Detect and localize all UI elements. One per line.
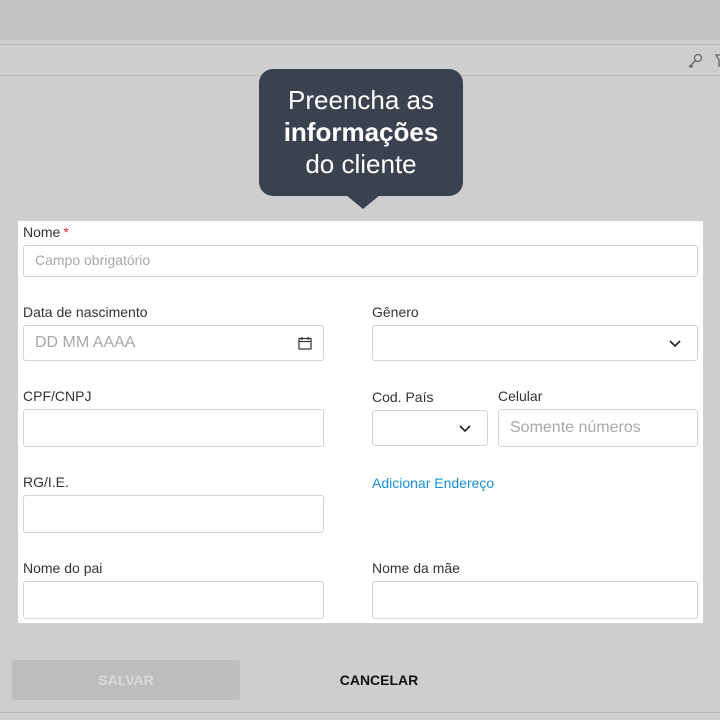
cancel-button[interactable]: CANCELAR xyxy=(300,660,458,700)
cpf-cnpj-input[interactable] xyxy=(23,409,324,447)
tooltip-line-2: informações xyxy=(283,117,439,147)
form-footer: SALVAR CANCELAR xyxy=(0,645,720,713)
add-address-link[interactable]: Adicionar Endereço xyxy=(372,475,494,491)
calendar-icon[interactable] xyxy=(297,335,313,351)
celular-label: Celular xyxy=(498,388,543,404)
genero-select[interactable] xyxy=(372,325,698,361)
onboarding-tooltip: Preencha as informações do cliente xyxy=(259,69,463,196)
required-mark: * xyxy=(63,224,69,240)
nome-label: Nome * xyxy=(23,224,69,240)
customer-form-card: Nome* Data de nascimento Gênero CPF/CNPJ… xyxy=(18,221,703,623)
rg-ie-label: RG/I.E. xyxy=(23,474,69,490)
cpf-cnpj-label: CPF/CNPJ xyxy=(23,388,92,404)
nome-input[interactable] xyxy=(23,245,698,277)
tooltip-arrow xyxy=(346,195,380,209)
data-nascimento-label: Data de nascimento xyxy=(23,304,148,320)
tooltip-line-1: Preencha as xyxy=(288,85,434,115)
pin-icon[interactable] xyxy=(712,52,720,70)
data-nascimento-input[interactable] xyxy=(23,325,324,361)
nome-mae-label: Nome da mãe xyxy=(372,560,460,576)
celular-input[interactable] xyxy=(498,409,698,447)
key-icon[interactable] xyxy=(686,52,704,70)
tooltip-line-3: do cliente xyxy=(305,149,417,179)
nome-mae-input[interactable] xyxy=(372,581,698,619)
top-bar xyxy=(0,0,720,40)
cod-pais-label: Cod. País xyxy=(372,389,434,405)
nome-label-text: Nome xyxy=(23,224,61,240)
chevron-down-icon[interactable] xyxy=(457,420,473,436)
nome-pai-input[interactable] xyxy=(23,581,324,619)
save-button[interactable]: SALVAR xyxy=(12,660,240,700)
rg-ie-input[interactable] xyxy=(23,495,324,533)
chevron-down-icon[interactable] xyxy=(667,335,683,351)
nome-pai-label: Nome do pai xyxy=(23,560,103,576)
genero-label: Gênero xyxy=(372,304,419,320)
